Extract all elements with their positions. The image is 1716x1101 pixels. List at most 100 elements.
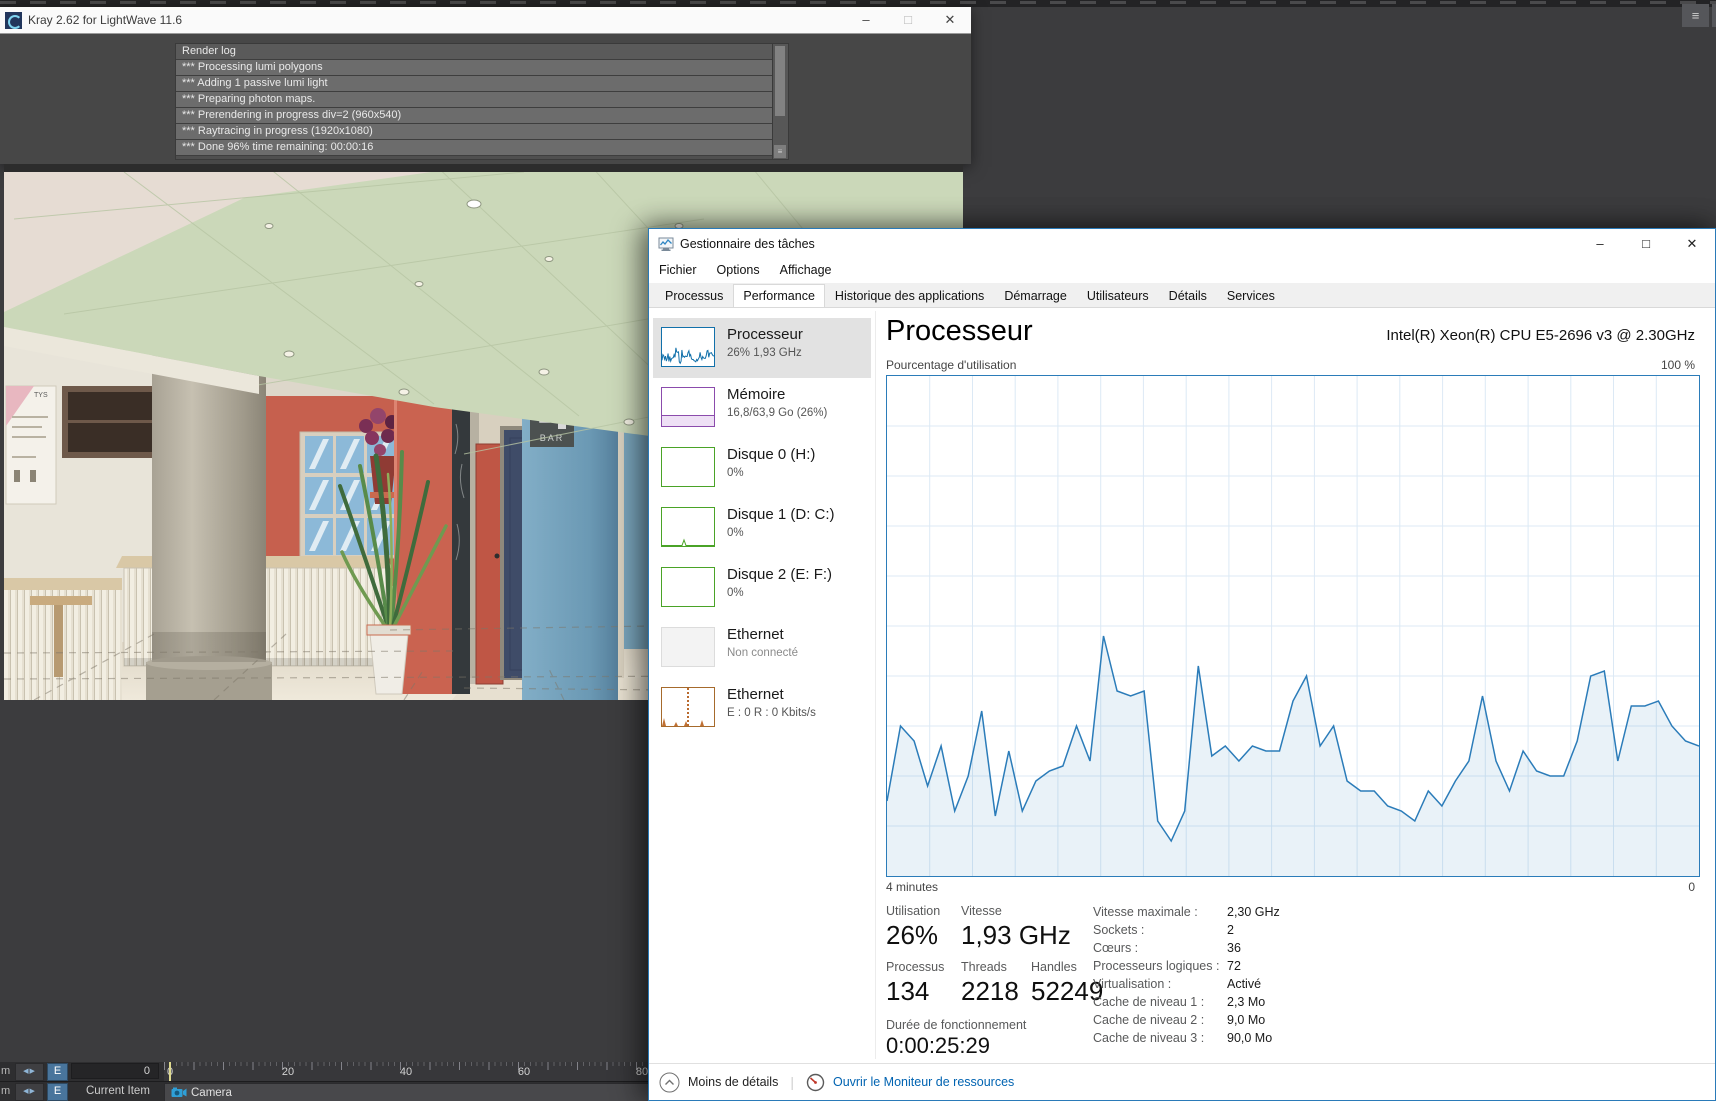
cpu-model-name: Intel(R) Xeon(R) CPU E5-2696 v3 @ 2.30GH… [1386, 327, 1695, 344]
spec-row: Virtualisation :Activé [1093, 975, 1280, 993]
render-top-edge [4, 164, 963, 172]
graph-label: Pourcentage d'utilisation [886, 358, 1016, 372]
ethernet-mini-graph [661, 627, 715, 667]
tm-menubar: FichierOptionsAffichage [649, 259, 1715, 283]
sidebar-item-sub: Non connecté [727, 647, 798, 659]
wall-cabinet [62, 386, 164, 458]
timeline-cut-label: m [1, 1065, 10, 1077]
sidebar-item-disque-2-e-f--4[interactable]: Disque 2 (E: F:)0% [653, 558, 871, 618]
ruler-label-80: 80 [636, 1066, 648, 1078]
performance-sidebar: Processeur 26% 1,93 GHz Mémoire16,8/63,9 G… [653, 318, 871, 738]
ruler-label-40: 40 [400, 1066, 412, 1078]
vitesse-label: Vitesse [961, 904, 1002, 918]
tab-processus[interactable]: Processus [655, 284, 733, 307]
spec-row: Cœurs :36 [1093, 939, 1280, 957]
spec-label: Sockets : [1093, 923, 1227, 937]
panel-list-icon[interactable]: ≡ [1682, 4, 1709, 27]
item-stepper[interactable]: ◀▶ [15, 1083, 44, 1101]
cpu-usage-chart[interactable] [886, 375, 1700, 877]
log-line: *** Prerendering in progress div=2 (960x… [176, 108, 773, 124]
sidebar-item-sub: 26% 1,93 GHz [727, 347, 802, 359]
scrollbar-grip-icon[interactable]: ≡ [774, 145, 786, 158]
kray-minimize-button[interactable]: – [845, 8, 887, 32]
cpu-heading: Processeur [886, 315, 1033, 348]
sidebar-item-name: Ethernet [727, 626, 784, 643]
sidebar-item-name: Disque 2 (E: F:) [727, 566, 832, 583]
graph-time-span: 4 minutes [886, 880, 938, 894]
task-manager-window: Gestionnaire des tâches – □ ✕ FichierOpt… [648, 228, 1716, 1101]
uptime-value: 0:00:25:29 [886, 1033, 990, 1059]
sidebar-item-processeur-0[interactable]: Processeur 26% 1,93 GHz [653, 318, 871, 378]
render-log-header: Render log [176, 44, 773, 60]
spec-value: 90,0 Mo [1227, 1031, 1272, 1045]
tab-performance[interactable]: Performance [733, 284, 825, 307]
sidebar-item-name: Processeur [727, 326, 803, 343]
tm-maximize-button[interactable]: □ [1623, 229, 1669, 259]
envelope-button[interactable]: E [47, 1063, 68, 1081]
kray-app-icon [5, 12, 22, 29]
sidebar-item-name: Disque 1 (D: C:) [727, 506, 835, 523]
log-line: *** Done 96% time remaining: 00:00:16 [176, 140, 773, 156]
processus-value: 134 [886, 976, 929, 1007]
timeline-playhead[interactable] [169, 1062, 171, 1081]
render-log-scrollbar[interactable]: ≡ [772, 44, 788, 159]
menu-fichier[interactable]: Fichier [649, 259, 707, 277]
chevron-up-circle-icon[interactable] [659, 1072, 680, 1093]
tab-historique-des-applications[interactable]: Historique des applications [825, 284, 994, 307]
sidebar-item-sub: 0% [727, 467, 744, 479]
envelope-button[interactable]: E [47, 1083, 68, 1101]
vitesse-value: 1,93 GHz [961, 920, 1071, 951]
tm-window-title: Gestionnaire des tâches [680, 237, 1577, 251]
cpu-usage-area [887, 636, 1699, 876]
tm-titlebar[interactable]: Gestionnaire des tâches – □ ✕ [649, 229, 1715, 259]
spec-label: Cache de niveau 3 : [1093, 1031, 1227, 1045]
tab-détails[interactable]: Détails [1159, 284, 1217, 307]
kray-maximize-button[interactable]: □ [887, 8, 929, 32]
scrollbar-thumb[interactable] [775, 46, 785, 116]
svg-text:TYS: TYS [34, 392, 48, 399]
log-line: *** Adding 1 passive lumi light [176, 76, 773, 92]
spec-value: 72 [1227, 959, 1241, 973]
tab-services[interactable]: Services [1217, 284, 1285, 307]
sidebar-item-sub: E : 0 R : 0 Kbits/s [727, 707, 816, 719]
tm-tabstrip: ProcessusPerformanceHistorique des appli… [649, 283, 1715, 308]
open-resource-monitor-link[interactable]: Ouvrir le Moniteur de ressources [833, 1075, 1014, 1089]
kray-window: Kray 2.62 for LightWave 11.6 – □ ✕ Rende… [0, 7, 971, 164]
task-manager-icon [658, 236, 674, 252]
kray-titlebar[interactable]: Kray 2.62 for LightWave 11.6 – □ ✕ [0, 7, 971, 34]
current-item-label: Current Item [86, 1085, 150, 1097]
kray-close-button[interactable]: ✕ [929, 8, 971, 32]
tab-utilisateurs[interactable]: Utilisateurs [1077, 284, 1159, 307]
spec-label: Cœurs : [1093, 941, 1227, 955]
log-line: *** Raytracing in progress (1920x1080) [176, 124, 773, 140]
sidebar-item-sub: 0% [727, 527, 744, 539]
sidebar-item-disque-1-d-c--3[interactable]: Disque 1 (D: C:) 0% [653, 498, 871, 558]
tab-démarrage[interactable]: Démarrage [994, 284, 1077, 307]
sidebar-item-ethernet-5[interactable]: Ethernet Non connecté [653, 618, 871, 678]
tm-minimize-button[interactable]: – [1577, 229, 1623, 259]
sidebar-item-ethernet-6[interactable]: Ethernet E : 0 R : 0 Kbits/s [653, 678, 871, 738]
log-line: *** Processing lumi polygons [176, 60, 773, 76]
menu-affichage[interactable]: Affichage [770, 259, 842, 277]
spec-label: Vitesse maximale : [1093, 905, 1227, 919]
disk-mini-graph [661, 447, 715, 487]
sidebar-item-name: Disque 0 (H:) [727, 446, 815, 463]
frame-field[interactable]: 0 [71, 1063, 159, 1079]
sidebar-item-name: Ethernet [727, 686, 784, 703]
spec-label: Virtualisation : [1093, 977, 1227, 991]
spec-row: Vitesse maximale :2,30 GHz [1093, 903, 1280, 921]
graph-time-end: 0 [1688, 880, 1695, 894]
sidebar-item-disque-0-h--2[interactable]: Disque 0 (H:) 0% [653, 438, 871, 498]
disk-mini-graph [661, 567, 715, 607]
handles-label: Handles [1031, 960, 1077, 974]
ruler-label-60: 60 [518, 1066, 530, 1078]
menu-options[interactable]: Options [707, 259, 770, 277]
timeline-cut-label: m [1, 1085, 10, 1097]
camera-icon [171, 1087, 187, 1098]
tm-close-button[interactable]: ✕ [1669, 229, 1715, 259]
frame-stepper[interactable]: ◀▶ [15, 1063, 44, 1081]
less-details-button[interactable]: Moins de détails [688, 1075, 778, 1089]
sidebar-item-mémoire-1[interactable]: Mémoire16,8/63,9 Go (26%) [653, 378, 871, 438]
spec-row: Sockets :2 [1093, 921, 1280, 939]
sidebar-item-sub: 16,8/63,9 Go (26%) [727, 407, 827, 419]
